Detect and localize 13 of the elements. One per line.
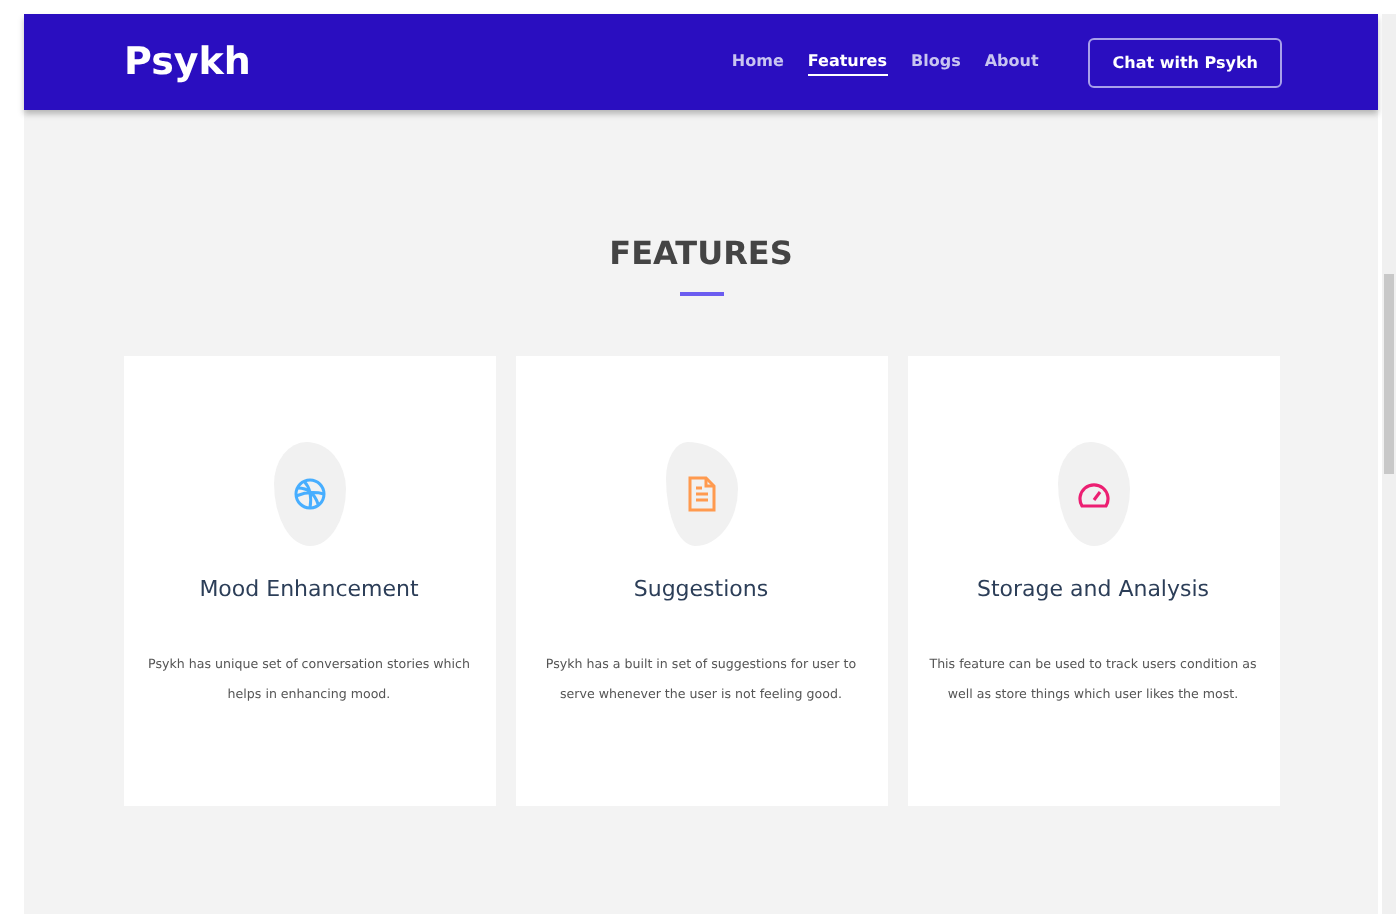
title-underline [679,292,723,296]
card-title: Storage and Analysis [976,576,1210,602]
card-title: Mood Enhancement [199,576,419,602]
card-title: Suggestions [633,576,769,602]
brand-logo[interactable]: Psykh [124,40,251,84]
chat-button[interactable]: Chat with Psykh [1088,37,1282,87]
nav-link[interactable]: Features [807,48,887,76]
scrollbar-thumb[interactable] [1384,274,1394,474]
scrollbar[interactable] [1382,14,1396,914]
nav-link[interactable]: Blogs [911,48,961,76]
nav-link[interactable]: About [984,48,1039,76]
nav-link[interactable]: Home [731,48,784,76]
section-title: FEATURES [609,234,793,272]
